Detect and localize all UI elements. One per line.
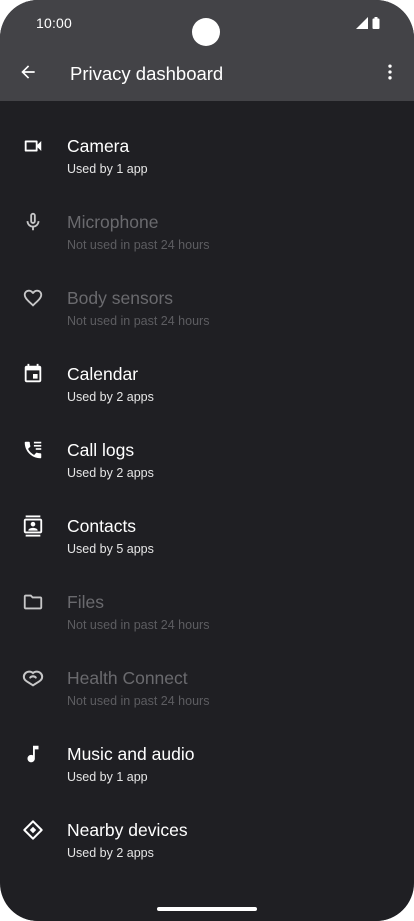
phone-screen: 10:00 Privacy dashboard Camera Used by 1… (0, 0, 414, 921)
folder-icon (22, 591, 44, 613)
permission-item-camera[interactable]: Camera Used by 1 app (0, 108, 414, 184)
item-title: Nearby devices (67, 820, 188, 840)
status-bar: 10:00 (0, 0, 414, 48)
item-subtitle: Used by 1 app (67, 770, 148, 784)
signal-icon (356, 16, 368, 34)
status-time: 10:00 (36, 15, 73, 31)
arrow-back-icon (18, 62, 38, 87)
app-bar: Privacy dashboard (0, 48, 414, 101)
item-title: Files (67, 592, 104, 612)
permission-item-nearby-devices[interactable]: Nearby devices Used by 2 apps (0, 792, 414, 868)
nearby-devices-icon (22, 819, 44, 841)
item-title: Contacts (67, 516, 137, 536)
item-title: Body sensors (67, 288, 174, 308)
item-subtitle: Used by 2 apps (67, 390, 154, 404)
more-vert-icon (380, 62, 400, 87)
item-subtitle: Used by 5 apps (67, 542, 154, 556)
contacts-icon (22, 515, 44, 537)
camera-cutout (192, 18, 220, 46)
item-title: Microphone (67, 212, 159, 232)
item-title: Calendar (67, 364, 139, 384)
page-title: Privacy dashboard (70, 63, 224, 84)
back-button[interactable] (10, 56, 46, 92)
item-subtitle: Not used in past 24 hours (67, 618, 210, 632)
item-title: Health Connect (67, 668, 188, 688)
permission-list: Camera Used by 1 app Microphone Not used… (0, 108, 414, 868)
item-title: Camera (67, 136, 130, 156)
item-subtitle: Not used in past 24 hours (67, 314, 210, 328)
gesture-nav-handle[interactable] (157, 907, 257, 911)
heart-icon (22, 287, 44, 309)
item-subtitle: Used by 2 apps (67, 846, 154, 860)
item-subtitle: Not used in past 24 hours (67, 694, 210, 708)
status-icons (356, 16, 380, 34)
permission-item-calendar[interactable]: Calendar Used by 2 apps (0, 336, 414, 412)
item-subtitle: Used by 2 apps (67, 466, 154, 480)
health-connect-icon (22, 667, 44, 689)
permission-item-call-logs[interactable]: Call logs Used by 2 apps (0, 412, 414, 488)
permission-item-body-sensors[interactable]: Body sensors Not used in past 24 hours (0, 260, 414, 336)
permission-item-files[interactable]: Files Not used in past 24 hours (0, 564, 414, 640)
music-note-icon (22, 743, 44, 765)
calendar-icon (22, 363, 44, 385)
item-subtitle: Used by 1 app (67, 162, 148, 176)
permission-item-health-connect[interactable]: Health Connect Not used in past 24 hours (0, 640, 414, 716)
mic-icon (22, 211, 44, 233)
item-title: Call logs (67, 440, 135, 460)
permission-item-microphone[interactable]: Microphone Not used in past 24 hours (0, 184, 414, 260)
item-subtitle: Not used in past 24 hours (67, 238, 210, 252)
battery-icon (372, 16, 380, 34)
videocam-icon (22, 135, 44, 157)
permission-item-music-and-audio[interactable]: Music and audio Used by 1 app (0, 716, 414, 792)
permission-item-contacts[interactable]: Contacts Used by 5 apps (0, 488, 414, 564)
list-fade-overlay (0, 880, 414, 921)
more-options-button[interactable] (372, 56, 408, 92)
call-log-icon (22, 439, 44, 461)
item-title: Music and audio (67, 744, 195, 764)
